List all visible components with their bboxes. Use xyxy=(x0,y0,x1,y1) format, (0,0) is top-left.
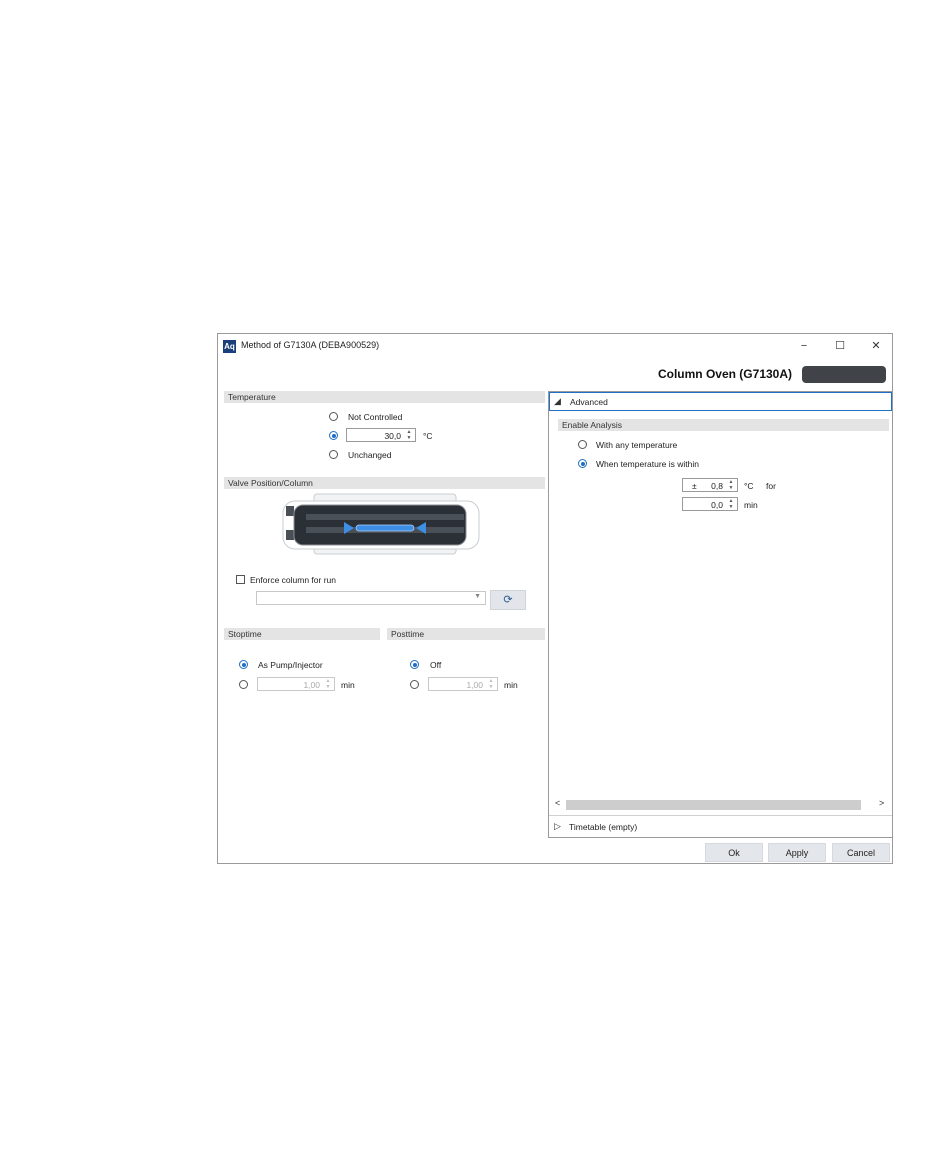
stoptime-unit: min xyxy=(341,680,355,690)
enforce-column-checkbox[interactable] xyxy=(236,575,245,584)
posttime-section-header: Posttime xyxy=(387,628,545,640)
tolerance-unit: °C xyxy=(744,481,754,491)
timetable-divider xyxy=(549,815,892,816)
any-temperature-label: With any temperature xyxy=(596,440,678,450)
collapse-triangle-icon[interactable]: ▷ xyxy=(554,821,561,832)
window-title: Method of G7130A (DEBA900529) xyxy=(241,340,380,350)
temperature-unit: °C xyxy=(423,431,433,441)
advanced-header-label: Advanced xyxy=(570,397,608,407)
tolerance-input[interactable]: ± 0,8 ▲ ▼ xyxy=(682,478,738,492)
temperature-section-header: Temperature xyxy=(224,391,545,403)
stoptime-input[interactable]: 1,00 ▲ ▼ xyxy=(257,677,335,691)
apply-button[interactable]: Apply xyxy=(768,843,826,862)
time-value: 0,0 xyxy=(711,500,723,510)
refresh-icon: ⟳ xyxy=(503,594,513,606)
close-button[interactable]: ✕ xyxy=(865,337,887,355)
posttime-off-label: Off xyxy=(430,660,442,670)
enable-analysis-section-header: Enable Analysis xyxy=(558,419,889,431)
refresh-button[interactable]: ⟳ xyxy=(490,590,526,610)
horizontal-scrollbar[interactable] xyxy=(566,800,861,810)
for-label: for xyxy=(766,481,776,491)
posttime-value-radio[interactable] xyxy=(410,680,419,689)
module-heading: Column Oven (G7130A) xyxy=(657,367,792,381)
spin-arrows-icon[interactable]: ▲ ▼ xyxy=(727,479,735,491)
posttime-unit: min xyxy=(504,680,518,690)
plus-minus-sign: ± xyxy=(692,481,697,491)
posttime-off-radio[interactable] xyxy=(410,660,419,669)
temperature-input[interactable]: 30,0 ▲ ▼ xyxy=(346,428,416,442)
cancel-button[interactable]: Cancel xyxy=(832,843,890,862)
stoptime-value: 1,00 xyxy=(303,680,320,690)
valve-section-header: Valve Position/Column xyxy=(224,477,545,489)
timetable-label[interactable]: Timetable (empty) xyxy=(569,822,637,832)
temperature-value: 30,0 xyxy=(384,431,401,441)
temp-unchanged-radio[interactable] xyxy=(329,450,338,459)
valve-column-diagram xyxy=(282,493,480,555)
scroll-right-button[interactable]: > xyxy=(879,798,884,808)
spin-arrows-icon[interactable]: ▲ ▼ xyxy=(727,498,735,510)
spin-arrows-icon[interactable]: ▲ ▼ xyxy=(324,678,332,690)
stoptime-section-header: Stoptime xyxy=(224,628,380,640)
within-temperature-radio[interactable] xyxy=(578,459,587,468)
tolerance-value: 0,8 xyxy=(711,481,723,491)
temp-not-controlled-radio[interactable] xyxy=(329,412,338,421)
posttime-value: 1,00 xyxy=(466,680,483,690)
enforce-column-label: Enforce column for run xyxy=(250,575,336,585)
spin-arrows-icon[interactable]: ▲ ▼ xyxy=(405,429,413,441)
maximize-button[interactable]: ☐ xyxy=(829,337,851,355)
column-dropdown[interactable]: ▼ xyxy=(256,591,486,605)
method-dialog: Aq Method of G7130A (DEBA900529) − ☐ ✕ C… xyxy=(217,333,893,864)
chevron-down-icon: ▼ xyxy=(474,593,481,600)
time-unit: min xyxy=(744,500,758,510)
time-input[interactable]: 0,0 ▲ ▼ xyxy=(682,497,738,511)
stoptime-value-radio[interactable] xyxy=(239,680,248,689)
posttime-input[interactable]: 1,00 ▲ ▼ xyxy=(428,677,498,691)
temp-unchanged-label: Unchanged xyxy=(348,450,392,460)
stoptime-as-pump-label: As Pump/Injector xyxy=(258,660,323,670)
advanced-header[interactable]: ◢ Advanced xyxy=(549,392,892,411)
spin-arrows-icon[interactable]: ▲ ▼ xyxy=(487,678,495,690)
temp-not-controlled-label: Not Controlled xyxy=(348,412,403,422)
redacted-serial-box xyxy=(802,366,886,383)
any-temperature-radio[interactable] xyxy=(578,440,587,449)
scroll-left-button[interactable]: < xyxy=(555,798,560,808)
app-logo-icon: Aq xyxy=(223,340,236,353)
minimize-button[interactable]: − xyxy=(793,337,815,355)
stoptime-as-pump-radio[interactable] xyxy=(239,660,248,669)
temp-value-radio[interactable] xyxy=(329,431,338,440)
advanced-panel: ◢ Advanced Enable Analysis With any temp… xyxy=(548,391,893,838)
within-temperature-label: When temperature is within xyxy=(596,459,699,469)
ok-button[interactable]: Ok xyxy=(705,843,763,862)
expand-triangle-icon: ◢ xyxy=(554,396,561,406)
